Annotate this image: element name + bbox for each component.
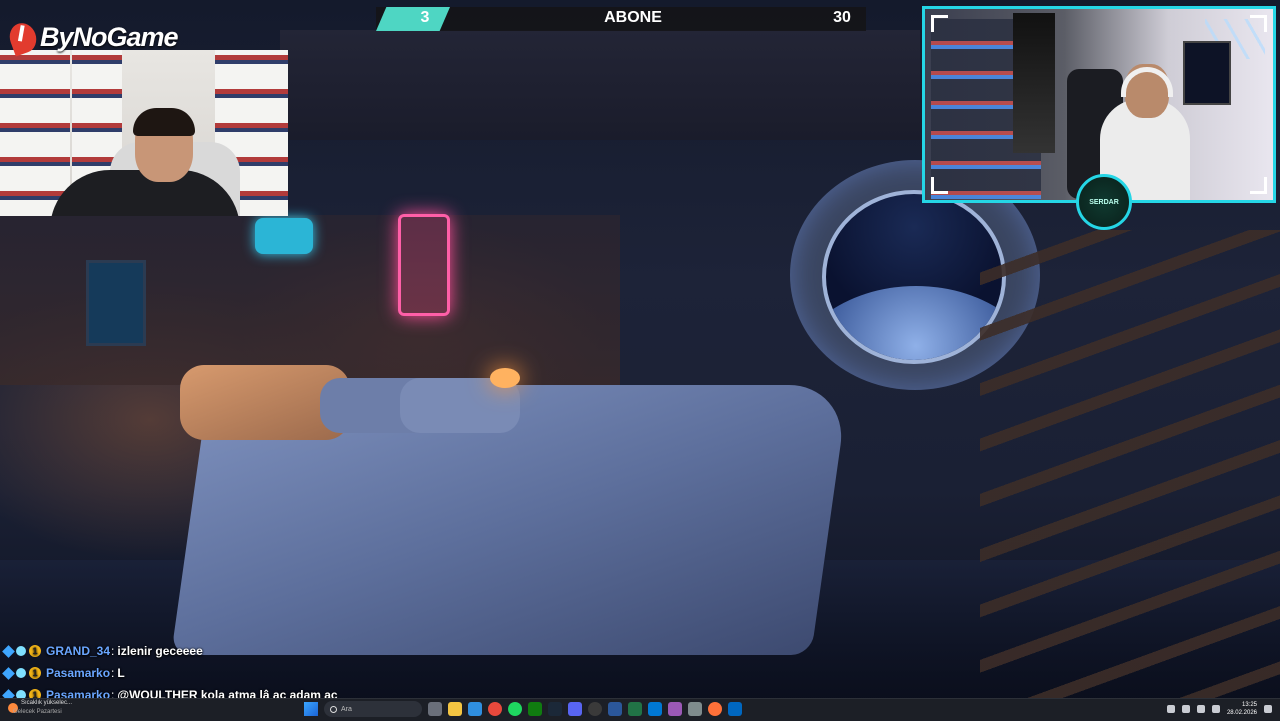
battery-icon[interactable]: [1211, 705, 1220, 713]
clock-time: 13:25: [1241, 702, 1257, 708]
taskbar-apps: Ara: [300, 698, 742, 720]
excel-icon[interactable]: [628, 702, 642, 716]
earth-view: [826, 286, 1002, 360]
streamer-left-hair: [133, 108, 195, 136]
photos-icon[interactable]: [648, 702, 662, 716]
search-placeholder: Ara: [341, 705, 352, 713]
steam-icon[interactable]: [548, 702, 562, 716]
chrome-icon[interactable]: [488, 702, 502, 716]
obs-icon[interactable]: [588, 702, 602, 716]
chevron-up-icon[interactable]: [1166, 705, 1175, 713]
frame-corner: [1250, 177, 1267, 194]
frame-corner: [931, 177, 948, 194]
weather-headline: Sıcaklık yükselec...: [21, 700, 73, 706]
search-icon: [330, 705, 337, 713]
poster: [1013, 13, 1055, 153]
logo-icon: [5, 18, 41, 57]
volume-icon[interactable]: [1196, 705, 1205, 713]
monitor: [1183, 41, 1231, 105]
chat-username: GRAND_34: [46, 644, 111, 658]
weather-widget[interactable]: Sıcaklık yükselec... Gelecek Pazartesi: [4, 698, 94, 720]
webcam-left: [0, 50, 288, 216]
spotify-icon[interactable]: [508, 702, 522, 716]
network-icon[interactable]: [1181, 705, 1190, 713]
goal-target: 30: [833, 9, 851, 26]
file-explorer-icon[interactable]: [448, 702, 462, 716]
xbox-icon[interactable]: [528, 702, 542, 716]
chat-separator: :: [111, 644, 115, 658]
bedside-lamp: [490, 368, 520, 388]
chat-message: 1 GRAND_34 : izlenir geceeee: [2, 640, 338, 662]
channel-logo: ByNoGame: [5, 18, 179, 57]
streamer-seal-logo: SERDAR: [1076, 174, 1132, 230]
sub-badge-icon: [2, 666, 15, 680]
neon-wall-panel: [398, 214, 450, 316]
goal-progress-accent: [376, 7, 450, 31]
word-icon[interactable]: [608, 702, 622, 716]
level-badge: 1: [29, 667, 41, 679]
firefox-icon[interactable]: [708, 702, 722, 716]
brand-name: ByNoGame: [40, 22, 179, 52]
mail-icon[interactable]: [668, 702, 682, 716]
task-view-icon[interactable]: [428, 702, 442, 716]
staircase: [980, 230, 1280, 698]
clock-date: 28.02.2026: [1226, 710, 1257, 716]
chat-separator: :: [111, 666, 115, 680]
wall-screen: [86, 260, 146, 346]
taskbar-clock[interactable]: 13:25 28.02.2026: [1227, 701, 1257, 717]
bookshelf: [0, 50, 70, 216]
frame-corner: [931, 15, 948, 32]
taskbar-search[interactable]: Ara: [324, 701, 422, 717]
windows-start-icon[interactable]: [304, 702, 318, 716]
goal-current: 3: [420, 9, 430, 26]
porthole-window: [822, 190, 1006, 364]
chat-username: Pasamarko: [46, 666, 111, 680]
level-badge: 1: [29, 645, 41, 657]
weather-subline: Gelecek Pazartesi: [13, 709, 62, 715]
globe-badge-icon: [16, 646, 26, 656]
discord-icon[interactable]: [568, 702, 582, 716]
ceiling-panels: [280, 30, 920, 140]
system-tray: 13:25 28.02.2026: [1166, 698, 1272, 720]
chat-message: 1 Pasamarko : L: [2, 662, 338, 684]
wall-monitor: [255, 218, 313, 254]
store-icon[interactable]: [728, 702, 742, 716]
chat-text: L: [117, 666, 125, 680]
notification-icon[interactable]: [1264, 705, 1272, 713]
chat-overlay: 1 GRAND_34 : izlenir geceeee 1 Pasamarko…: [2, 640, 338, 706]
edge-icon[interactable]: [468, 702, 482, 716]
sub-badge-icon: [2, 644, 15, 658]
goal-label: ABONE: [604, 9, 662, 26]
frame-corner: [1250, 15, 1267, 32]
settings-icon[interactable]: [688, 702, 702, 716]
chat-text: izlenir geceeee: [117, 644, 203, 658]
globe-badge-icon: [16, 668, 26, 678]
seal-text: SERDAR: [1089, 198, 1119, 206]
